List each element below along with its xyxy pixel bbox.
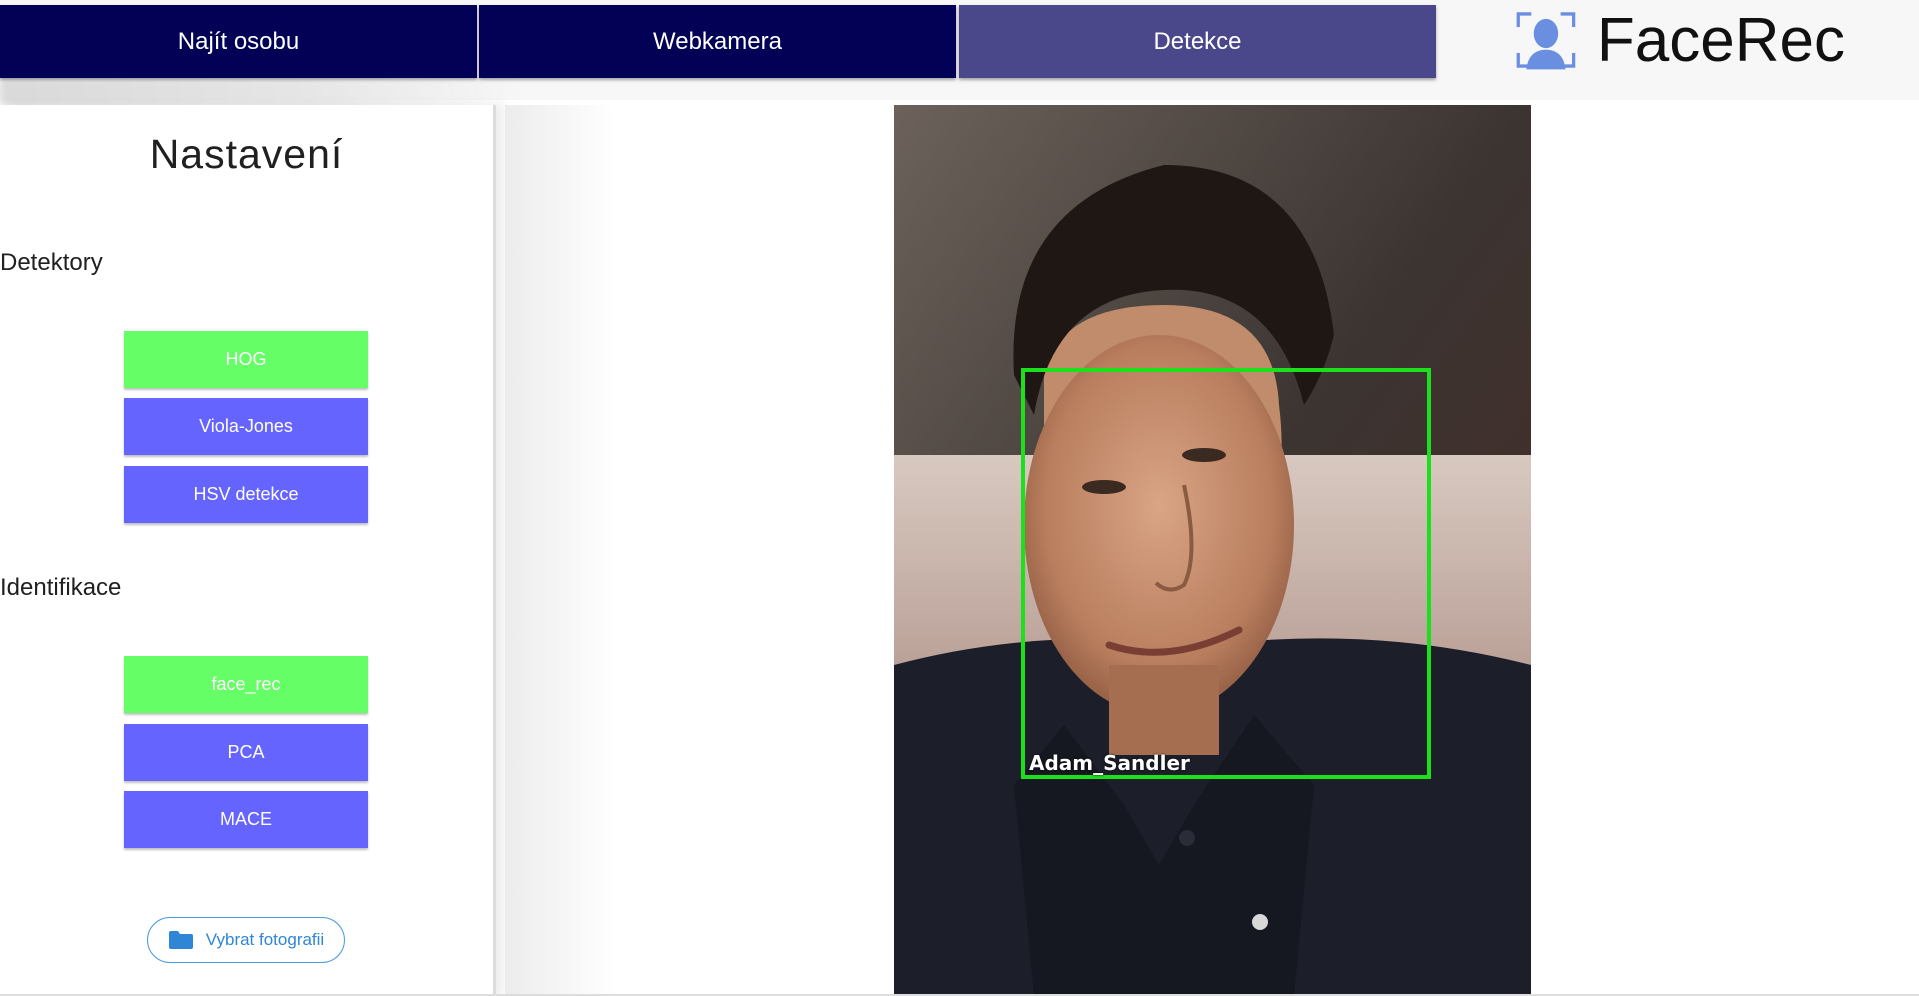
- identification-heading: Identifikace: [0, 574, 122, 601]
- detected-name-label: Adam_Sandler: [1029, 751, 1190, 775]
- main-area-shade: [505, 105, 615, 996]
- detectors-heading: Detektory: [0, 249, 103, 276]
- settings-title: Nastavení: [149, 131, 344, 177]
- tab-detection[interactable]: Detekce: [959, 5, 1436, 78]
- detector-hsv-button[interactable]: HSV detekce: [124, 466, 368, 523]
- tab-webcam[interactable]: Webkamera: [479, 5, 956, 78]
- settings-panel: Nastavení Detektory HOG Viola-Jones HSV …: [0, 105, 493, 996]
- select-photo-button[interactable]: Vybrat fotografii: [147, 917, 345, 963]
- detection-result-image: Adam_Sandler: [894, 105, 1531, 996]
- detector-viola-jones-button[interactable]: Viola-Jones: [124, 398, 368, 455]
- select-photo-label: Vybrat fotografii: [205, 930, 325, 949]
- nav-shadow: [0, 78, 520, 106]
- identifier-pca-button[interactable]: PCA: [124, 724, 368, 781]
- folder-icon: [168, 931, 193, 949]
- tab-find-person[interactable]: Najít osobu: [0, 5, 477, 78]
- identifier-face-rec-button[interactable]: face_rec: [124, 656, 368, 713]
- face-scan-icon: [1516, 12, 1576, 70]
- face-detection-box: Adam_Sandler: [1021, 368, 1431, 779]
- app-logo-text: FaceRec: [1596, 5, 1845, 75]
- detector-hog-button[interactable]: HOG: [124, 331, 368, 388]
- identifier-mace-button[interactable]: MACE: [124, 791, 368, 848]
- app-logo: FaceRec: [1515, 4, 1845, 76]
- top-navigation: Najít osobu Webkamera Detekce FaceRec: [0, 0, 1919, 106]
